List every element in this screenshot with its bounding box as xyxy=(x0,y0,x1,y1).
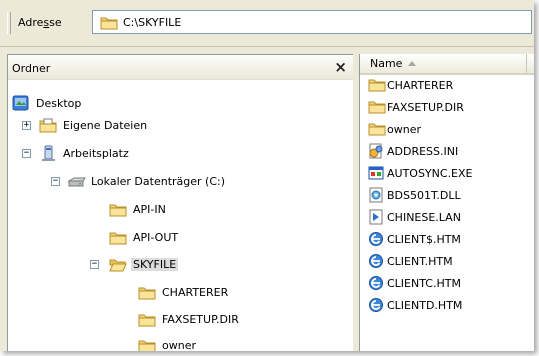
hard-drive-icon xyxy=(67,173,86,190)
folder-icon xyxy=(138,311,156,328)
folder-icon xyxy=(138,337,156,351)
collapse-toggle[interactable]: − xyxy=(90,260,99,269)
file-item-label: CLIENT$.HTM xyxy=(387,233,461,246)
folder-icon xyxy=(100,15,118,33)
folder-icon xyxy=(368,121,386,137)
close-icon[interactable]: × xyxy=(334,58,347,76)
tree-item-label: FAXSETUP.DIR xyxy=(162,313,239,326)
file-item-label: AUTOSYNC.EXE xyxy=(387,167,473,180)
lan-file-icon xyxy=(368,209,384,225)
folder-icon xyxy=(368,77,386,93)
file-item-label: CHARTERER xyxy=(387,79,454,92)
column-header-label: Name xyxy=(370,57,403,70)
address-path: C:\SKYFILE xyxy=(123,16,182,29)
file-item-label: CHINESE.LAN xyxy=(387,211,461,224)
address-label: Adresse xyxy=(18,16,62,29)
folder-icon xyxy=(368,99,386,115)
htm-ie-icon xyxy=(368,231,384,247)
open-folder-icon xyxy=(109,256,127,273)
htm-ie-icon xyxy=(368,253,384,269)
file-item-label: CLIENT.HTM xyxy=(387,255,453,268)
file-item-label: BDS501T.DLL xyxy=(387,189,461,202)
documents-folder-icon xyxy=(39,117,57,134)
tree-item-label: Eigene Dateien xyxy=(63,119,148,132)
file-item-label: owner xyxy=(387,123,421,136)
tree-item-label: API-OUT xyxy=(133,231,179,244)
my-computer-icon xyxy=(39,145,57,162)
address-field[interactable]: C:\SKYFILE xyxy=(92,10,532,34)
file-list-header: Name xyxy=(360,54,534,75)
tree-item-label: API-IN xyxy=(133,203,166,216)
file-list-pane: Name CHARTERER FAXSETUP.DIR owner ADDRES… xyxy=(359,54,534,351)
address-bar: Adresse C:\SKYFILE xyxy=(0,0,534,47)
expand-toggle[interactable]: + xyxy=(22,121,31,130)
column-header-name[interactable]: Name xyxy=(360,54,527,73)
htm-ie-icon xyxy=(368,275,384,291)
desktop-icon xyxy=(12,95,30,112)
tree-item-label: SKYFILE xyxy=(131,258,179,271)
tree-item-label: Arbeitsplatz xyxy=(63,147,129,160)
file-item-label: CLIENTC.HTM xyxy=(387,277,461,290)
folders-pane: Ordner × Desktop + Eigene Dateien − Arbe… xyxy=(7,54,354,351)
folder-icon xyxy=(138,284,156,301)
tree-item-label: Desktop xyxy=(36,97,82,110)
folders-pane-header: Ordner × xyxy=(8,55,353,80)
explorer-window: Adresse C:\SKYFILE Ordner × Desktop + Ei xyxy=(0,0,534,351)
file-item-label: CLIENTD.HTM xyxy=(387,299,463,312)
tree-item-label: Lokaler Datenträger (C:) xyxy=(91,175,226,188)
exe-app-icon xyxy=(368,165,384,181)
htm-ie-icon xyxy=(368,297,384,313)
tree-item-label: CHARTERER xyxy=(162,286,229,299)
collapse-toggle[interactable]: − xyxy=(22,149,31,158)
toolbar-grip[interactable] xyxy=(7,12,11,34)
sort-ascending-icon xyxy=(408,61,416,66)
collapse-toggle[interactable]: − xyxy=(51,177,60,186)
folder-icon xyxy=(109,229,127,246)
file-item-label: ADDRESS.INI xyxy=(387,145,459,158)
dll-icon xyxy=(368,187,384,203)
folder-icon xyxy=(109,201,127,218)
ini-settings-icon xyxy=(368,143,384,159)
folders-pane-title: Ordner xyxy=(12,62,51,75)
file-item-label: FAXSETUP.DIR xyxy=(387,101,464,114)
tree-item-label: owner xyxy=(162,339,196,351)
